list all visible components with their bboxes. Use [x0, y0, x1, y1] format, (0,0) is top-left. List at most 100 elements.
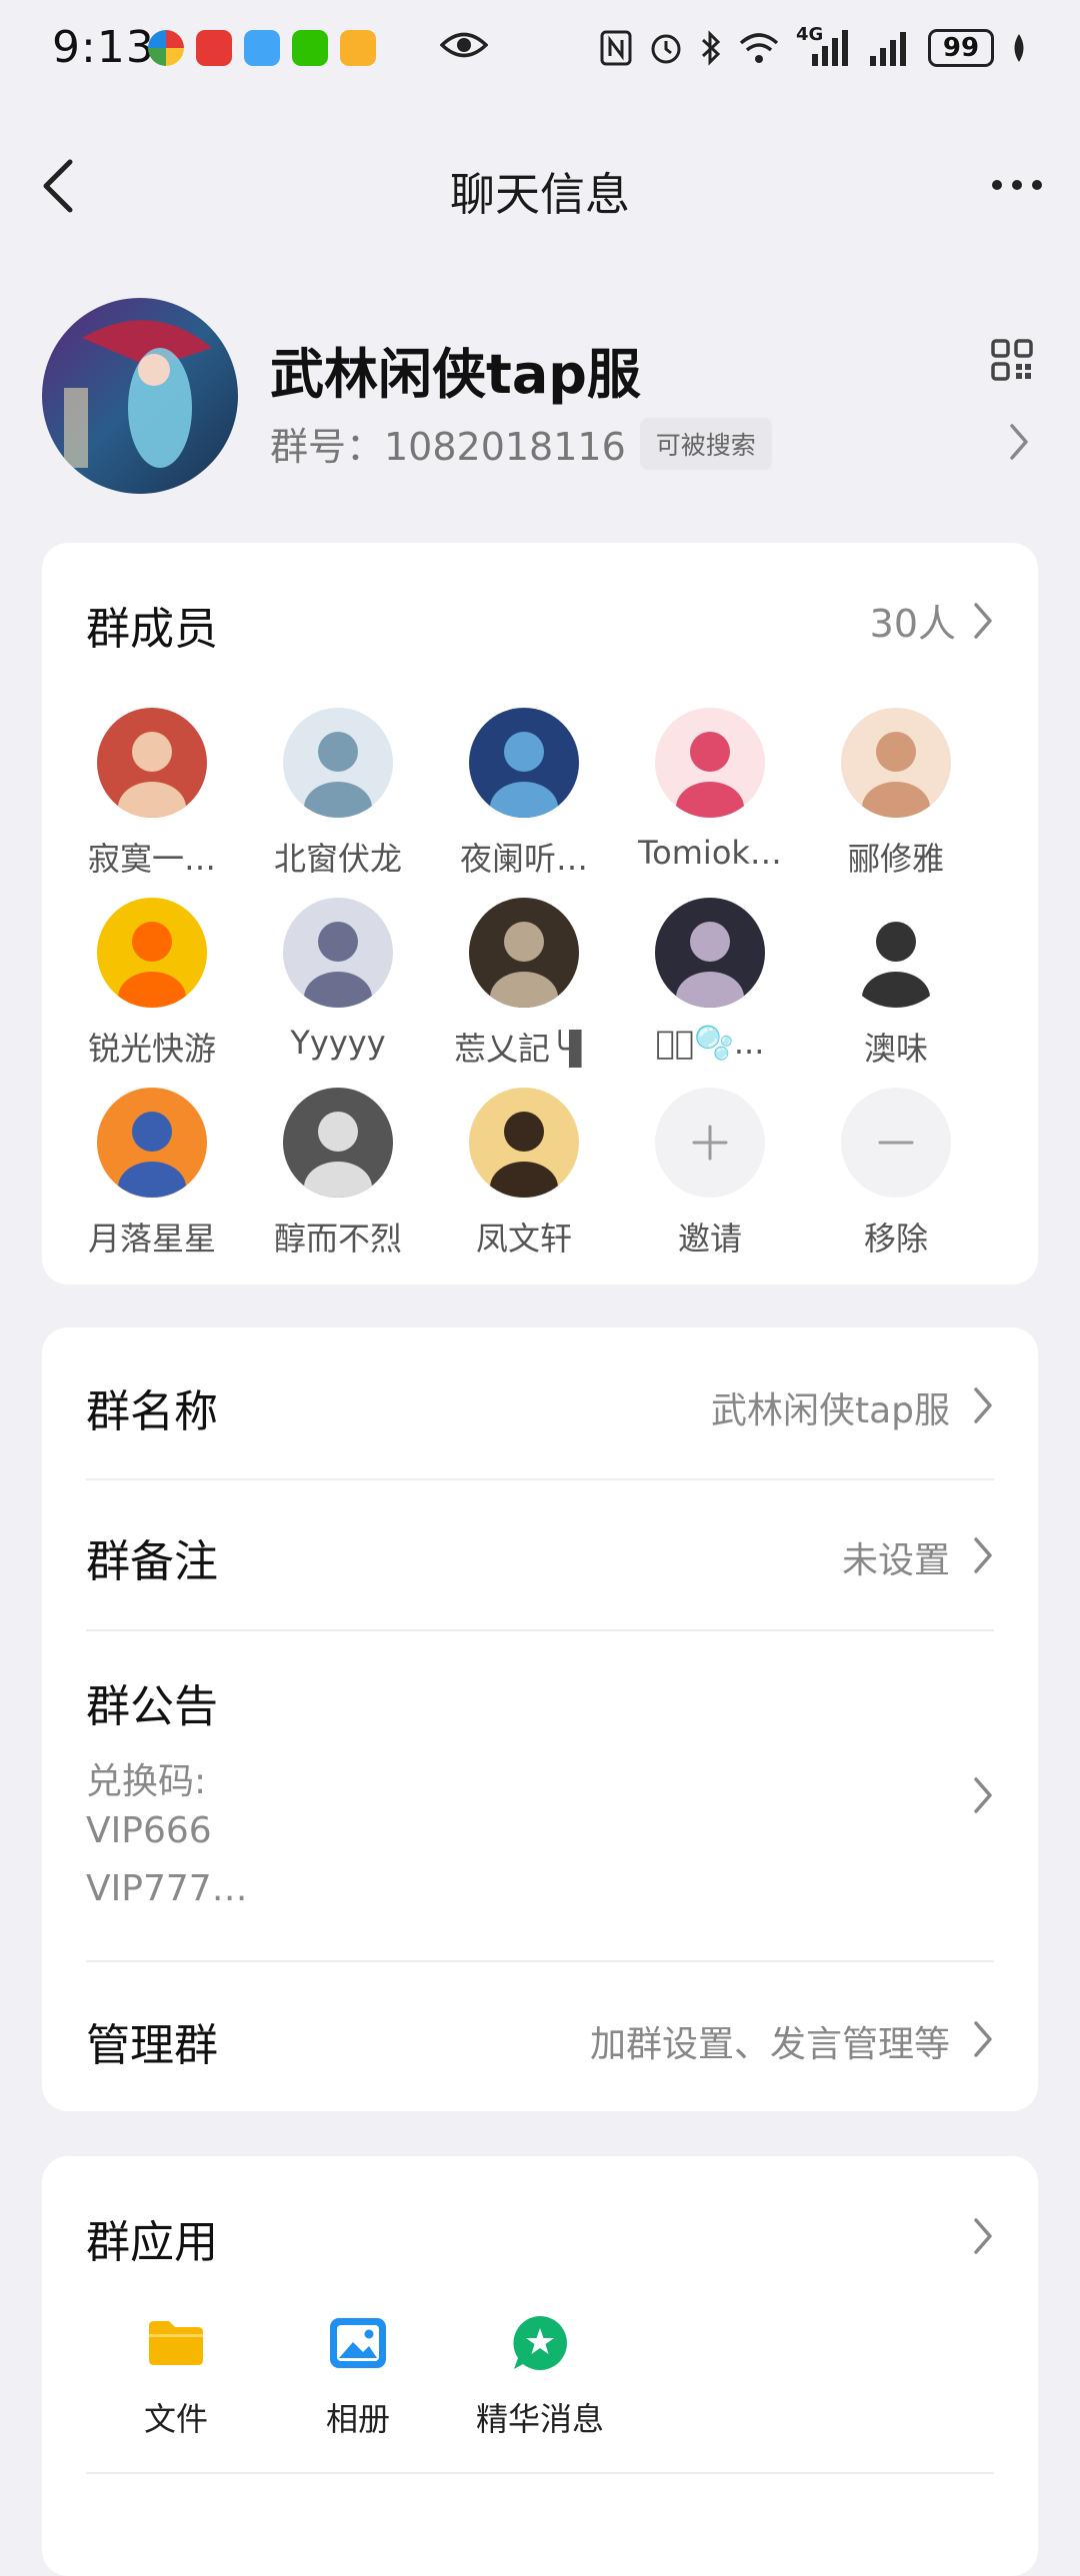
member-item[interactable]: 月落星星 [59, 1088, 245, 1260]
member-name: Yyyyy [290, 1024, 386, 1062]
notice-line: VIP777… [86, 1868, 248, 1909]
group-apps-header[interactable]: 群应用 [42, 2156, 1038, 2296]
member-name: 醇而不烈 [273, 1220, 402, 1258]
page-title: 聊天信息 [449, 168, 630, 221]
star-chat-icon [513, 2316, 567, 2370]
member-avatar [469, 1088, 579, 1198]
notice-line: VIP666 [86, 1810, 212, 1851]
members-title: 群成员 [86, 604, 218, 655]
searchable-badge: 可被搜索 [639, 417, 772, 470]
members-card: 群成员 30人 寂寞一… 北窗伏龙 夜阑听… Tomiok… 郦修雅锐光快游 Yyyyy 莣… [42, 543, 1038, 1285]
member-item[interactable]: Yyyyy [245, 898, 431, 1062]
group-profile-header[interactable]: 武林闲侠tap服 群号：1082018116 可被搜索 [0, 290, 1080, 510]
number-app-icon [244, 30, 280, 66]
app-essence-messages[interactable]: 精华消息 [450, 2312, 630, 2440]
member-name: 莣乂記╰▌ [454, 1030, 594, 1068]
app-label: 文件 [143, 2400, 208, 2438]
member-name: 郦修雅 [847, 840, 944, 878]
app-label: 精华消息 [475, 2400, 604, 2438]
group-name-row[interactable]: 群名称 武林闲侠tap服 [42, 1327, 1038, 1479]
chevron-right-icon [974, 2021, 992, 2057]
group-notice-row[interactable]: 群公告 兑换码: VIP666 VIP777… [42, 1630, 1038, 1960]
member-avatar [655, 898, 765, 1008]
group-id-row: 群号：1082018116 可被搜索 [270, 416, 772, 471]
weibo-icon [340, 30, 376, 66]
status-right: 4G 99 [600, 24, 1028, 68]
chevron-right-icon [974, 1777, 992, 1813]
member-avatar [469, 708, 579, 818]
signal-4g-icon: 4G [796, 24, 852, 68]
wifi-icon [739, 33, 779, 63]
group-remark-value: 未设置 [841, 1540, 950, 1581]
tv-app-icon [196, 30, 232, 66]
group-name-label: 群名称 [86, 1386, 218, 1437]
chevron-right-icon [1010, 424, 1028, 460]
group-id: 群号：1082018116 [270, 425, 626, 469]
member-action-label: 移除 [863, 1220, 928, 1258]
manage-group-row[interactable]: 管理群 加群设置、发言管理等 [42, 1961, 1038, 2111]
member-avatar [841, 898, 951, 1008]
member-item[interactable]: 寂寞一… [59, 708, 245, 880]
member-count: 30人 [869, 602, 956, 646]
app-notification-icon [148, 30, 184, 66]
chevron-right-icon [974, 1387, 992, 1423]
member-avatar [283, 708, 393, 818]
battery-indicator: 99 [928, 29, 994, 67]
member-name: ᡃ⃝🫧... [655, 1024, 765, 1062]
chevron-right-icon [974, 2218, 992, 2254]
member-item[interactable]: Tomiok… [617, 708, 803, 872]
manage-group-label: 管理群 [86, 2020, 218, 2071]
app-files[interactable]: 文件 [86, 2312, 266, 2440]
group-apps-title: 群应用 [86, 2217, 218, 2268]
member-item[interactable]: 郦修雅 [803, 708, 989, 880]
member-avatar [97, 708, 207, 818]
bluetooth-icon [701, 30, 721, 66]
notification-icons [148, 30, 376, 66]
app-label: 相册 [325, 2400, 390, 2438]
plus-icon [655, 1088, 765, 1198]
member-avatar [469, 898, 579, 1008]
wechat-icon [292, 30, 328, 66]
member-action-label: 邀请 [677, 1220, 742, 1258]
group-name-value: 武林闲侠tap服 [710, 1390, 950, 1431]
app-album[interactable]: 相册 [268, 2312, 448, 2440]
member-item[interactable]: 夜阑听… [431, 708, 617, 880]
member-avatar [283, 1088, 393, 1198]
group-notice-label: 群公告 [86, 1681, 218, 1732]
group-apps-card: 群应用 文件 相册 精华消息 [42, 2156, 1038, 2576]
remove-member-button[interactable]: 移除 [803, 1088, 989, 1260]
chevron-right-icon [974, 1537, 992, 1573]
member-name: 月落星星 [87, 1220, 216, 1258]
more-options-button[interactable] [982, 160, 1052, 210]
member-avatar [841, 708, 951, 818]
member-name: 澳味 [863, 1030, 928, 1068]
member-item[interactable]: 莣乂記╰▌ [431, 898, 617, 1070]
member-item[interactable]: 锐光快游 [59, 898, 245, 1070]
leaf-icon [1014, 34, 1024, 62]
signal-icon [870, 32, 906, 66]
member-avatar [97, 898, 207, 1008]
member-avatar [655, 708, 765, 818]
manage-group-value: 加群设置、发言管理等 [589, 2024, 950, 2065]
member-item[interactable]: 凤文轩 [431, 1088, 617, 1260]
member-item[interactable]: ᡃ⃝🫧... [617, 898, 803, 1062]
group-settings-card: 群名称 武林闲侠tap服 群备注 未设置 群公告 兑换码: VIP666 VIP… [42, 1327, 1038, 2111]
nav-bar: 聊天信息 [0, 140, 1080, 230]
folder-icon [149, 2321, 203, 2365]
status-time: 9:13 [52, 22, 155, 73]
divider [86, 2472, 994, 2474]
invite-member-button[interactable]: 邀请 [617, 1088, 803, 1260]
member-count-link[interactable]: 30人 [870, 593, 994, 648]
eye-icon [440, 32, 488, 58]
status-bar: 9:13 4G 99 [0, 0, 1080, 104]
member-item[interactable]: 北窗伏龙 [245, 708, 431, 880]
group-remark-row[interactable]: 群备注 未设置 [42, 1479, 1038, 1630]
alarm-icon [651, 34, 681, 64]
member-item[interactable]: 澳味 [803, 898, 989, 1070]
member-item[interactable]: 醇而不烈 [245, 1088, 431, 1260]
chevron-right-icon [974, 602, 992, 639]
notice-line: 兑换码: [86, 1761, 207, 1802]
member-name: 凤文轩 [475, 1220, 572, 1258]
qr-code-icon[interactable] [990, 338, 1034, 382]
group-avatar[interactable] [42, 298, 238, 494]
